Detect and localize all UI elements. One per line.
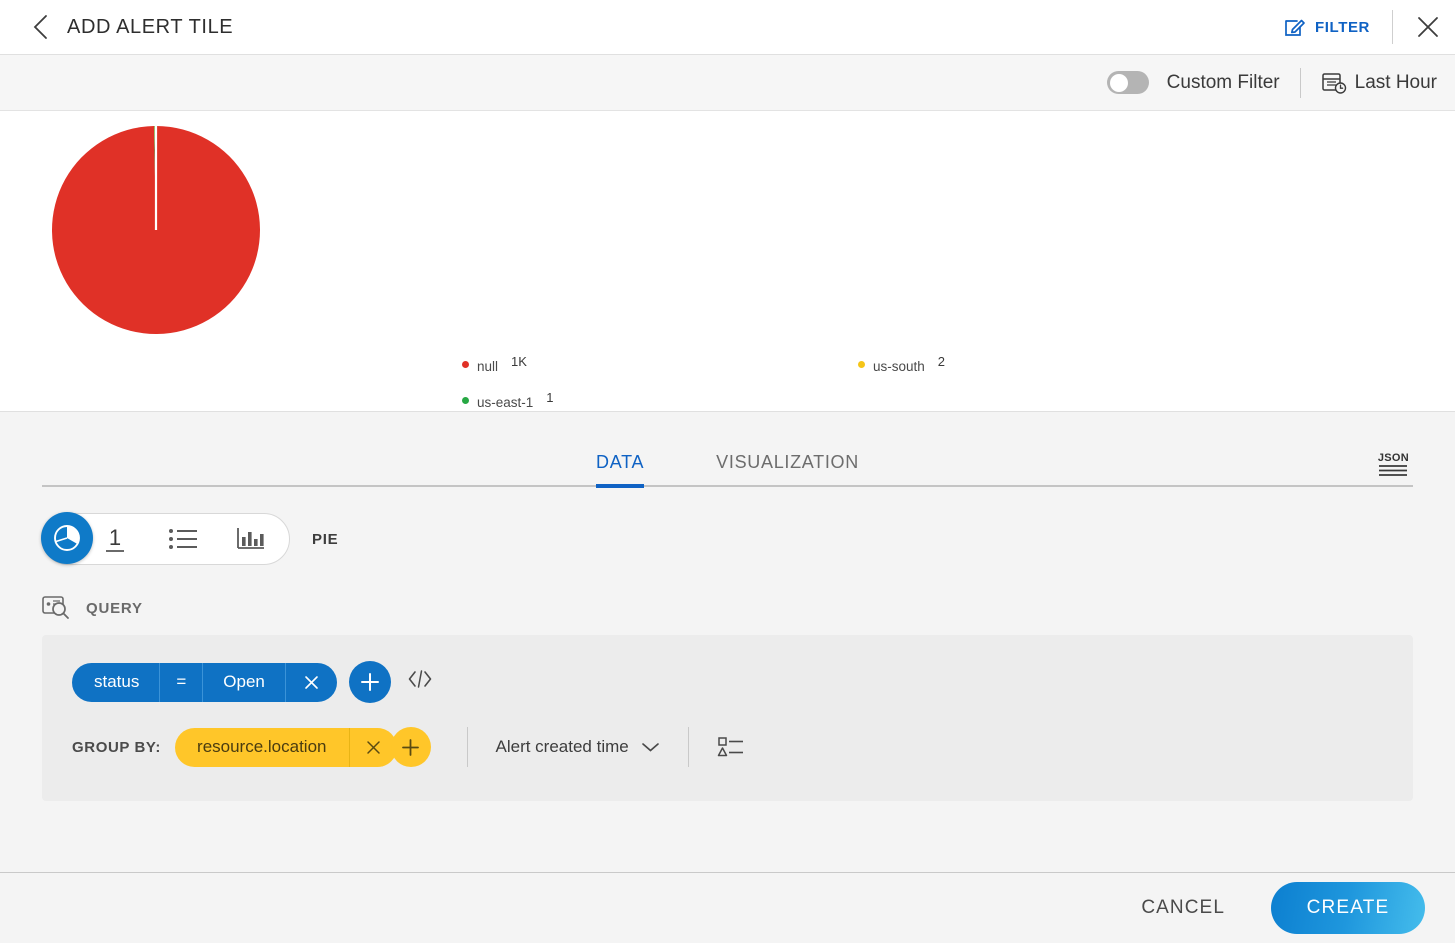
condition-value-chip[interactable]: Open (203, 663, 285, 702)
add-alert-tile-dialog: ADD ALERT TILE FILTER Custom Filter (0, 0, 1455, 943)
sort-divider (688, 727, 689, 767)
tab-data[interactable]: DATA (560, 452, 680, 487)
sort-field-selector[interactable]: Alert created time (496, 737, 660, 757)
titlebar-actions: FILTER (1270, 0, 1455, 54)
back-chevron-icon[interactable] (26, 13, 54, 41)
group-by-field-chip[interactable]: resource.location (175, 728, 348, 767)
data-tab-panel: 1 (0, 487, 1455, 872)
plus-icon (359, 671, 381, 693)
legend-item[interactable]: us-south 2 (858, 359, 945, 374)
page-title: ADD ALERT TILE (67, 16, 233, 39)
query-section-header: QUERY (42, 595, 1413, 621)
close-icon (1415, 14, 1441, 40)
visualization-type-row: 1 (42, 513, 1413, 565)
tab-visualization[interactable]: VISUALIZATION (680, 452, 895, 487)
legend-color-swatch (462, 361, 469, 368)
bar-chart-icon (236, 525, 266, 553)
add-group-by-button[interactable] (391, 727, 431, 767)
type-option-bar[interactable] (231, 525, 271, 553)
code-view-button[interactable] (407, 669, 433, 695)
legend-label: us-east-1 (477, 395, 533, 410)
remove-group-by-button[interactable] (349, 728, 397, 767)
visualization-type-selector: 1 (42, 513, 290, 565)
legend-value: 1K (511, 354, 527, 369)
dialog-footer: CANCEL CREATE (0, 872, 1455, 943)
custom-filter-toggle[interactable] (1107, 71, 1149, 94)
json-lines-glyph (1378, 464, 1408, 477)
group-by-row: GROUP BY: resource.location Alert create… (72, 727, 1383, 767)
query-builder-box: status = Open (42, 635, 1413, 801)
legend-label: null (477, 359, 498, 374)
legend-item[interactable]: null 1K (462, 359, 527, 374)
filter-button-label: FILTER (1315, 19, 1370, 36)
pie-chart-icon (52, 523, 82, 553)
filterbar-divider (1300, 68, 1301, 98)
filter-strip: Custom Filter Last Hour (0, 55, 1455, 111)
pie-chart-svg (52, 126, 260, 334)
type-option-single-value[interactable]: 1 (95, 526, 135, 551)
condition-operator-chip[interactable]: = (159, 663, 203, 702)
condition-field-chip[interactable]: status (72, 663, 159, 702)
cancel-button[interactable]: CANCEL (1123, 887, 1243, 929)
close-dialog-button[interactable] (1401, 0, 1455, 55)
group-by-label: GROUP BY: (72, 739, 161, 756)
chevron-down-icon (641, 741, 660, 753)
chart-preview-area: null 1K us-east-1 1 us-south 2 (0, 111, 1455, 412)
legend-value: 2 (938, 354, 945, 369)
query-condition-row: status = Open (72, 661, 1383, 703)
list-icon (168, 527, 198, 551)
sort-legend-icon (717, 734, 745, 760)
close-icon (304, 675, 319, 690)
tab-bar: DATA VISUALIZATION JSON (0, 412, 1455, 487)
legend-item[interactable]: us-east-1 1 (462, 395, 554, 410)
json-icon-label: JSON (1378, 452, 1409, 464)
selected-type-label: PIE (312, 531, 338, 548)
calendar-clock-icon (1321, 71, 1347, 95)
custom-filter-label: Custom Filter (1167, 72, 1280, 94)
legend-color-swatch (462, 397, 469, 404)
dialog-titlebar: ADD ALERT TILE FILTER (0, 0, 1455, 55)
group-by-divider (467, 727, 468, 767)
edit-pencil-icon (1284, 16, 1306, 38)
chevron-left-glyph (32, 14, 49, 40)
sort-field-label: Alert created time (496, 737, 629, 757)
legend-value: 1 (546, 390, 553, 405)
sort-order-button[interactable] (717, 734, 745, 760)
create-button[interactable]: CREATE (1271, 882, 1425, 934)
single-value-icon: 1 (106, 526, 124, 551)
code-brackets-icon (407, 669, 433, 689)
time-range-label: Last Hour (1355, 72, 1437, 94)
legend-label: us-south (873, 359, 925, 374)
type-option-pie[interactable] (41, 512, 93, 564)
remove-condition-button[interactable] (285, 663, 337, 702)
time-range-selector[interactable]: Last Hour (1321, 71, 1437, 95)
tabs: DATA VISUALIZATION (560, 452, 895, 487)
titlebar-divider (1392, 10, 1393, 44)
query-section-label: QUERY (86, 600, 143, 617)
toggle-knob (1110, 74, 1128, 92)
add-condition-button[interactable] (349, 661, 391, 703)
close-icon (366, 740, 381, 755)
query-search-icon (42, 595, 72, 621)
pie-chart (52, 126, 260, 339)
plus-icon (400, 737, 421, 758)
legend-color-swatch (858, 361, 865, 368)
json-view-icon[interactable]: JSON (1378, 452, 1409, 477)
type-option-list[interactable] (163, 527, 203, 551)
filter-button[interactable]: FILTER (1270, 16, 1384, 38)
